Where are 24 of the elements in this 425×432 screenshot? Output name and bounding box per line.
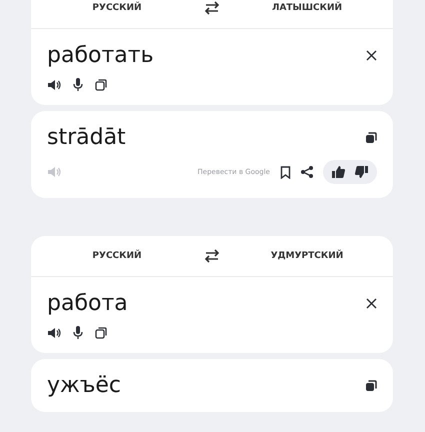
swap-icon[interactable] xyxy=(203,249,221,263)
microphone-icon[interactable] xyxy=(73,78,83,91)
bookmark-icon[interactable] xyxy=(280,166,291,178)
source-text[interactable]: работать xyxy=(47,43,154,68)
thumbs-down-icon[interactable] xyxy=(355,166,368,178)
translation-text: strādāt xyxy=(47,125,126,150)
target-language[interactable]: ЛАТЫШСКИЙ xyxy=(221,3,393,13)
source-language[interactable]: РУССКИЙ xyxy=(31,3,203,13)
source-language[interactable]: РУССКИЙ xyxy=(31,251,203,261)
speaker-icon[interactable] xyxy=(47,326,61,338)
translation-text: ужъёс xyxy=(47,373,122,398)
copy-icon[interactable] xyxy=(95,78,107,90)
speaker-icon[interactable] xyxy=(47,78,61,90)
source-text[interactable]: работа xyxy=(47,291,128,316)
target-language[interactable]: УДМУРТСКИЙ xyxy=(221,251,393,261)
copy-icon[interactable] xyxy=(365,380,377,392)
thumbs-up-icon[interactable] xyxy=(332,166,345,178)
copy-icon[interactable] xyxy=(365,132,377,144)
copy-icon[interactable] xyxy=(95,326,107,338)
close-icon[interactable] xyxy=(366,298,377,309)
swap-icon[interactable] xyxy=(203,1,221,15)
share-icon[interactable] xyxy=(301,166,313,178)
close-icon[interactable] xyxy=(366,50,377,61)
microphone-icon[interactable] xyxy=(73,326,83,339)
